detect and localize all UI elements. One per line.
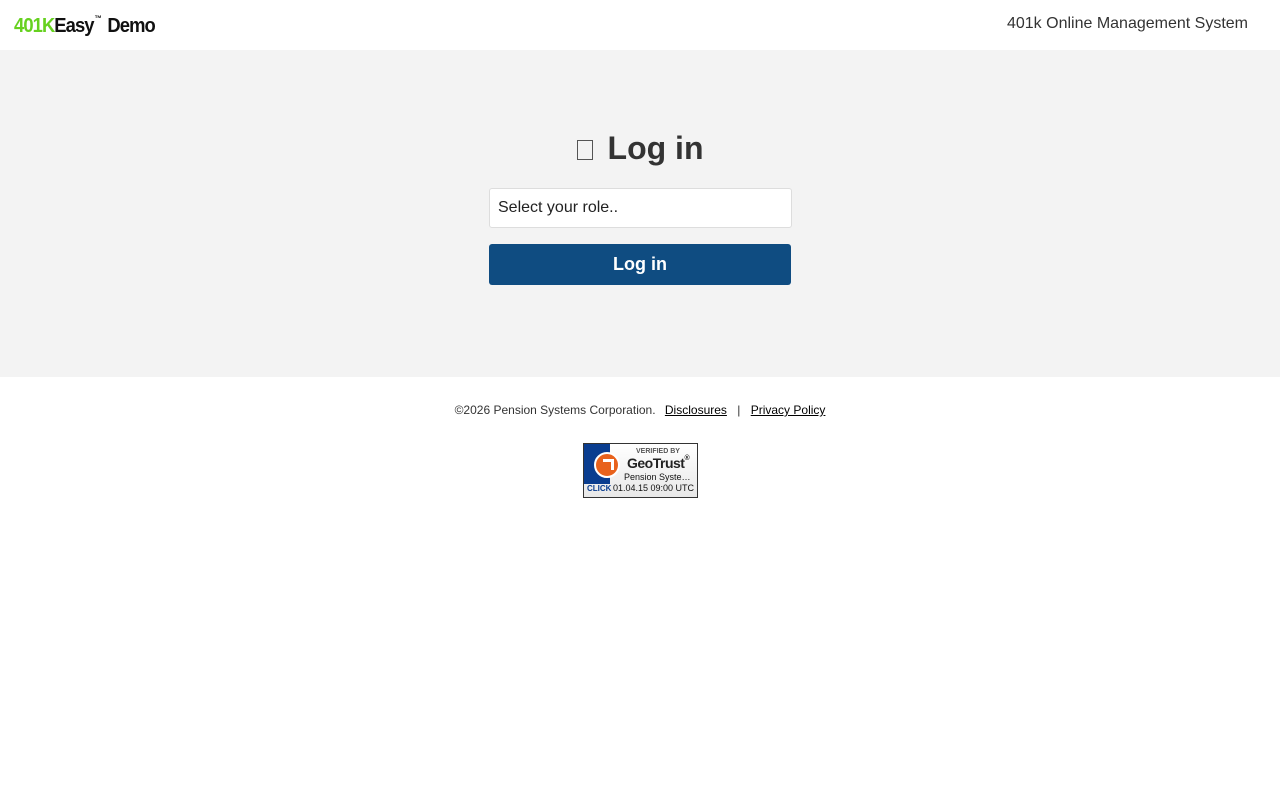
logo-trademark: ™ — [94, 14, 102, 23]
logo-brand-number: 401K — [14, 15, 55, 37]
footer-links: ©2026 Pension Systems Corporation. Discl… — [0, 403, 1280, 417]
role-select[interactable]: Select your role.. — [489, 188, 792, 228]
seal-brand-trademark: ® — [684, 455, 690, 462]
geotrust-logo-icon — [594, 452, 620, 478]
logo-brand-name: Easy — [54, 15, 94, 37]
seal-date: 01.04.15 09:00 UTC — [613, 483, 695, 493]
seal-verified-text: VERIFIED BY — [636, 448, 680, 455]
geotrust-seal[interactable]: VERIFIED BY GeoTrust® Pension Syste… CLI… — [583, 443, 698, 498]
seal-owner: Pension Syste… — [624, 472, 691, 482]
lock-icon — [576, 140, 593, 160]
seal-brand-name: GeoTrust — [627, 455, 685, 471]
header-tagline: 401k Online Management System — [1006, 15, 1248, 32]
seal-brand: GeoTrust® — [627, 455, 690, 471]
role-select-value: Select your role.. — [498, 199, 619, 216]
login-heading: Log in — [0, 128, 1280, 168]
footer-separator: | — [737, 403, 741, 417]
login-panel: Log in Select your role.. Log in — [0, 50, 1280, 377]
page-footer: ©2026 Pension Systems Corporation. Discl… — [0, 377, 1280, 800]
top-header: 401K Easy ™ Demo 401k Online Management … — [0, 0, 1280, 50]
privacy-policy-link[interactable]: Privacy Policy — [751, 403, 826, 417]
disclosures-link[interactable]: Disclosures — [665, 403, 727, 417]
arrow-icon — [603, 459, 614, 470]
logo-suffix: Demo — [107, 15, 155, 37]
seal-click-text: CLICK — [587, 484, 612, 493]
login-button[interactable]: Log in — [489, 244, 791, 285]
app-logo[interactable]: 401K Easy ™ Demo — [14, 14, 156, 38]
copyright-text: ©2026 Pension Systems Corporation. — [454, 403, 656, 417]
login-title: Log in — [607, 129, 704, 166]
